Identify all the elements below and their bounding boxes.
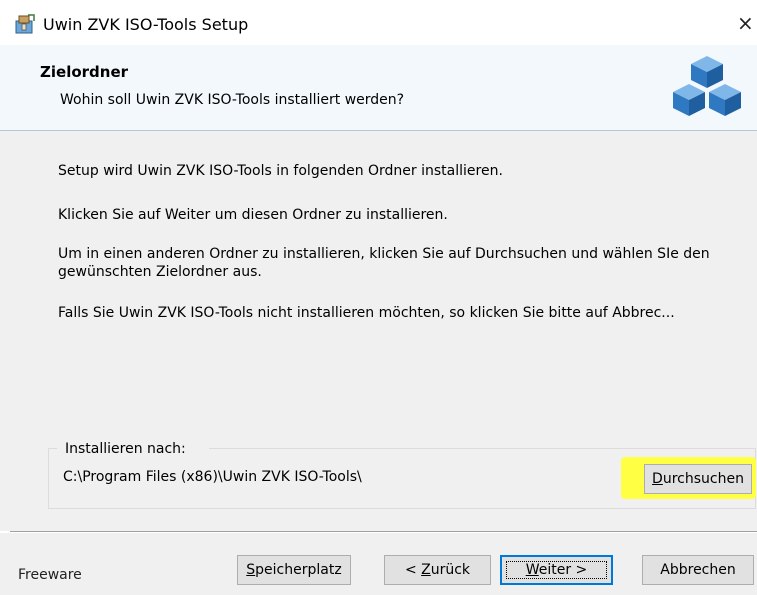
branding-text: Freeware bbox=[18, 567, 82, 583]
browse-accesskey: D bbox=[652, 471, 663, 487]
browse-label: urchsuchen bbox=[662, 471, 744, 487]
disk-space-button[interactable]: Speicherplatz bbox=[237, 555, 351, 585]
window-title: Uwin ZVK ISO-Tools Setup bbox=[43, 15, 249, 34]
info-text-2: Klicken Sie auf Weiter um diesen Ordner … bbox=[58, 207, 448, 223]
info-text-4: Falls Sie Uwin ZVK ISO-Tools nicht insta… bbox=[58, 305, 675, 321]
close-icon[interactable]: × bbox=[737, 10, 757, 36]
back-prefix: < bbox=[404, 562, 422, 578]
page-subtitle: Wohin soll Uwin ZVK ISO-Tools installier… bbox=[60, 92, 405, 108]
destination-label: Installieren nach: bbox=[63, 441, 188, 457]
back-accesskey: Z bbox=[421, 562, 431, 578]
blue-cubes-icon bbox=[673, 56, 741, 116]
info-text-1: Setup wird Uwin ZVK ISO-Tools in folgend… bbox=[58, 163, 503, 179]
installer-box-icon bbox=[15, 14, 35, 34]
browse-button[interactable]: Durchsuchen bbox=[644, 464, 752, 494]
back-button[interactable]: < Zurück bbox=[384, 555, 491, 585]
disk-space-label: peicherplatz bbox=[255, 562, 342, 578]
page-title: Zielordner bbox=[40, 63, 129, 81]
destination-path: C:\Program Files (x86)\Uwin ZVK ISO-Tool… bbox=[63, 469, 362, 485]
next-button[interactable]: Weiter > bbox=[500, 555, 613, 585]
info-text-3: Um in einen anderen Ordner zu installier… bbox=[58, 246, 710, 280]
back-label: urück bbox=[430, 562, 471, 578]
title-bar: Uwin ZVK ISO-Tools Setup × bbox=[0, 0, 757, 45]
footer-divider-highlight bbox=[10, 532, 757, 533]
cancel-button[interactable]: Abbrechen bbox=[642, 555, 754, 585]
wizard-header: Zielordner Wohin soll Uwin ZVK ISO-Tools… bbox=[0, 45, 757, 131]
focus-rectangle bbox=[506, 561, 607, 579]
disk-space-accesskey: S bbox=[246, 562, 256, 578]
